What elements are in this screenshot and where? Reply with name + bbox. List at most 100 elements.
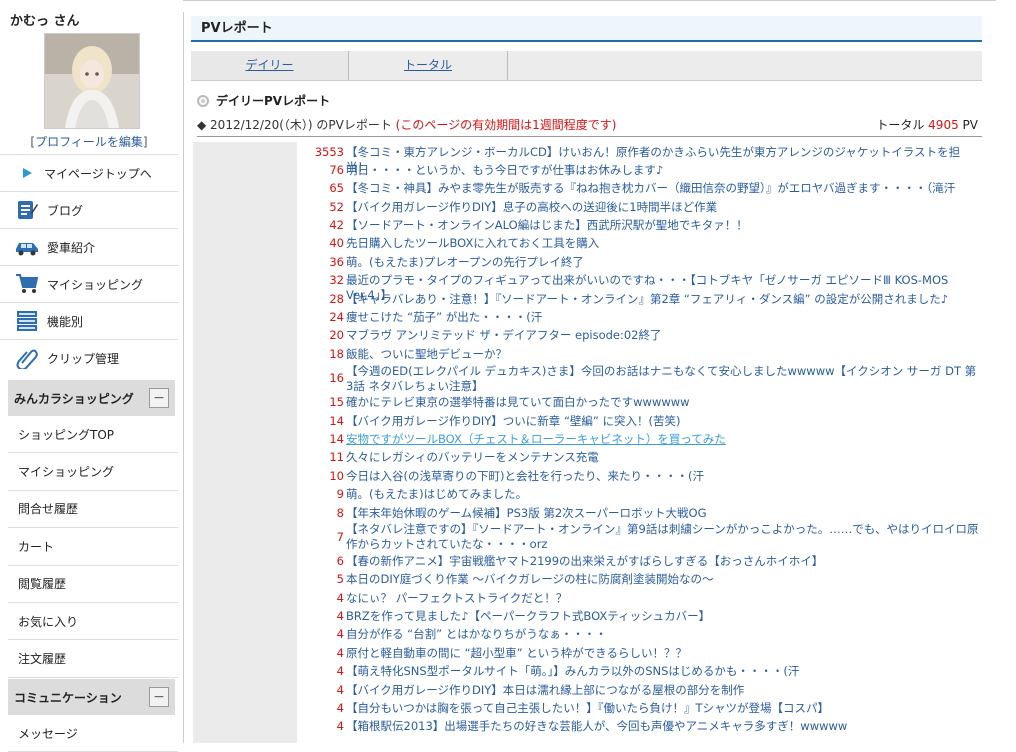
pv-count: 3553 bbox=[314, 144, 344, 159]
pv-count: 16 bbox=[329, 371, 344, 386]
message-link[interactable]: メッセージ bbox=[8, 715, 178, 752]
nav-label: マイショッピング bbox=[47, 277, 144, 292]
nav-label: 愛車紹介 bbox=[47, 240, 96, 255]
blog-entry-link[interactable]: 飯能、ついに聖地デビューか？ bbox=[346, 347, 980, 362]
blog-entry-link[interactable]: 【ソードアート・オンラインALO編はじまた】西武所沢駅が聖地でキタァ！！ bbox=[346, 218, 980, 233]
pv-count: 40 bbox=[329, 236, 344, 251]
bracket-close: ] bbox=[142, 135, 148, 149]
edit-profile: [プロフィールを編集] bbox=[0, 133, 178, 150]
blog-entry-link[interactable]: 明日・・・・というか、もう今日ですが仕事はお休みします♪ bbox=[346, 163, 980, 178]
nav-label: マイページトップへ bbox=[44, 166, 152, 181]
edit-profile-link[interactable]: プロフィールを編集 bbox=[35, 135, 143, 149]
cart-link[interactable]: カート bbox=[8, 528, 178, 566]
favorites-link[interactable]: お気に入り bbox=[8, 603, 178, 641]
tab-daily-link[interactable]: デイリー bbox=[245, 58, 293, 72]
nav-list: マイページトップへ ブログ 愛車紹介 マイショッピング 機能別 クリップ管理 bbox=[0, 154, 178, 376]
list-item: 5 本日のDIY庭づくり作業 ～バイクガレージの柱に防腐剤塗装開始なの～ bbox=[300, 571, 980, 589]
blog-entry-link[interactable]: 【自分もいつかは胸を張って自己主張したい！】『働いたら負け！』Tシャツが登場【コ… bbox=[346, 701, 980, 716]
blog-entry-link[interactable]: 自分が作る “台割” とはかなりちがうなぁ・・・・ bbox=[346, 627, 980, 642]
blog-entry-link[interactable]: 【ネタバレ注意ですの】『ソードアート・オンライン』第9話は刺繍シーンがかっこよか… bbox=[346, 522, 980, 552]
shopping-top-link[interactable]: ショッピングTOP bbox=[8, 416, 178, 454]
nav-label: クリップ管理 bbox=[47, 351, 120, 366]
blog-entry-link[interactable]: 久々にレガシィのバッテリーをメンテナンス充電 bbox=[346, 450, 980, 465]
browse-history-link[interactable]: 閲覧履歴 bbox=[8, 566, 178, 603]
total-pv: トータル 4905 PV bbox=[876, 117, 978, 133]
nav-features[interactable]: 機能別 bbox=[0, 302, 178, 339]
top-border bbox=[183, 0, 996, 1]
list-item: 52 【バイク用ガレージ作りDIY】息子の高校への送迎後に1時間半ほど作業 bbox=[300, 198, 980, 216]
blog-entry-link[interactable]: 萌。(もえたま)プレオープンの先行プレイ終了 bbox=[346, 255, 980, 270]
blog-entry-link[interactable]: 今日は入谷(の浅草寄りの下町)と会社を行ったり、来たり・・・・(汗 bbox=[346, 469, 980, 484]
pv-count: 24 bbox=[329, 310, 344, 325]
pv-count: 42 bbox=[329, 218, 344, 233]
list-item: 3553 【冬コミ・東方アレンジ・ボーカルCD】けいおん！原作者のかきふらい先生が… bbox=[300, 143, 980, 174]
nav-label: 機能別 bbox=[47, 314, 84, 329]
order-history-link[interactable]: 注文履歴 bbox=[8, 640, 178, 678]
tab-bar: デイリー トータル bbox=[191, 51, 982, 81]
my-shopping-link[interactable]: マイショッピング bbox=[8, 453, 178, 491]
list-item: 16 【今週のED(エレクパイル デュカキス)さま】今回のお話はナニもなくて安心し… bbox=[300, 364, 980, 394]
list-item: 4 自分が作る “台割” とはかなりちがうなぁ・・・・ bbox=[300, 626, 980, 644]
blog-entry-link[interactable]: 【バイク用ガレージ作りDIY】ついに新章 “壁編” に突入！(苦笑) bbox=[346, 414, 980, 429]
blog-entry-link[interactable]: 【春の新作アニメ】宇宙戦艦ヤマト2199の出来栄えがすばらしすぎる【おっさんホイ… bbox=[346, 554, 980, 569]
pv-count: 4 bbox=[336, 664, 344, 679]
section-title: みんカラショッピング bbox=[14, 391, 134, 406]
pv-count: 65 bbox=[329, 181, 344, 196]
section-title: コミュニケーション bbox=[14, 690, 122, 705]
pv-count: 10 bbox=[329, 468, 344, 483]
nav-blog[interactable]: ブログ bbox=[0, 191, 178, 228]
list-item: 76 明日・・・・というか、もう今日ですが仕事はお休みします♪ bbox=[300, 161, 980, 179]
nav-mypage-top[interactable]: マイページトップへ bbox=[0, 154, 178, 191]
list-item: 4 【バイク用ガレージ作りDIY】本日は濡れ縁上部につながる屋根の部分を制作 bbox=[300, 681, 980, 699]
collapse-button[interactable]: − bbox=[149, 388, 169, 408]
nav-car[interactable]: 愛車紹介 bbox=[0, 228, 178, 265]
list-item: 11 久々にレガシィのバッテリーをメンテナンス充電 bbox=[300, 449, 980, 467]
blog-entry-link[interactable]: なにぃ？ パーフェクトストライクだと！？ bbox=[346, 591, 980, 606]
avatar[interactable] bbox=[44, 33, 140, 129]
list-item: 6 【春の新作アニメ】宇宙戦艦ヤマト2199の出来栄えがすばらしすぎる【おっさんホ… bbox=[300, 552, 980, 570]
total-unit: PV bbox=[962, 118, 978, 132]
blog-entry-link[interactable]: 【冬コミ・神具】みやま零先生が販売する『ねね抱き枕カバー（織田信奈の野望）』がエ… bbox=[346, 181, 980, 196]
pv-count: 4 bbox=[336, 719, 344, 734]
blog-entry-link[interactable]: マブラヴ アンリミテッド ザ・デイアフター episode:02終了 bbox=[346, 328, 980, 343]
pv-count: 4 bbox=[336, 590, 344, 605]
blog-entry-link[interactable]: 【萌え特化SNS型ポータルサイト「萌。」】みんカラ以外のSNSはじめるかも・・・… bbox=[346, 664, 980, 679]
pv-count: 4 bbox=[336, 701, 344, 716]
blog-entry-link[interactable]: 痩せこけた “茄子” が出た・・・・(汗 bbox=[346, 310, 980, 325]
tab-daily[interactable]: デイリー bbox=[191, 51, 349, 80]
pv-count: 32 bbox=[329, 273, 344, 288]
report-summary: ◆ 2012/12/20(（木）) のPVレポート (このページの有効期間は1週… bbox=[197, 117, 982, 137]
list-item: 4 【自分もいつかは胸を張って自己主張したい！】『働いたら負け！』Tシャツが登場【… bbox=[300, 700, 980, 718]
pv-count: 5 bbox=[336, 572, 344, 587]
pv-count: 52 bbox=[329, 199, 344, 214]
blog-entry-link[interactable]: 先日購入したツールBOXに入れておく工具を購入 bbox=[346, 236, 980, 251]
list-item: 24 痩せこけた “茄子” が出た・・・・(汗 bbox=[300, 309, 980, 327]
blog-entry-link[interactable]: 萌。(もえたま)はじめてみました。 bbox=[346, 487, 980, 502]
blog-icon bbox=[13, 196, 41, 224]
nav-label: ブログ bbox=[47, 203, 84, 218]
collapse-button[interactable]: − bbox=[149, 687, 169, 707]
blog-entry-link[interactable]: 【バイク用ガレージ作りDIY】本日は濡れ縁上部につながる屋根の部分を制作 bbox=[346, 683, 980, 698]
pv-count: 9 bbox=[336, 487, 344, 502]
tab-total-link[interactable]: トータル bbox=[404, 58, 452, 72]
inquiry-history-link[interactable]: 問合せ履歴 bbox=[8, 491, 178, 529]
blog-entry-link[interactable]: 本日のDIY庭づくり作業 ～バイクガレージの柱に防腐剤塗装開始なの～ bbox=[346, 572, 980, 587]
nav-my-shopping[interactable]: マイショッピング bbox=[0, 265, 178, 302]
circle-bullet-icon bbox=[197, 94, 209, 107]
tab-total[interactable]: トータル bbox=[349, 51, 508, 80]
list-item: 14 【バイク用ガレージ作りDIY】ついに新章 “壁編” に突入！(苦笑) bbox=[300, 412, 980, 430]
blog-entry-link[interactable]: 【バイク用ガレージ作りDIY】息子の高校への送迎後に1時間半ほど作業 bbox=[346, 200, 980, 215]
blog-entry-link[interactable]: 【今週のED(エレクパイル デュカキス)さま】今回のお話はナニもなくて安心しまし… bbox=[346, 364, 980, 394]
blog-entry-link[interactable]: 安物ですがツールBOX（チェスト＆ローラーキャビネット）を買ってみた bbox=[346, 432, 980, 447]
blog-entry-link[interactable]: 【箱根駅伝2013】出場選手たちの好きな芸能人が、今回も声優やアニメキャラ多すぎ… bbox=[346, 719, 980, 734]
blog-entry-link[interactable]: 【キャラバレあり・注意！】『ソードアート・オンライン』第2章 “フェアリィ・ダン… bbox=[346, 292, 980, 307]
blog-entry-link[interactable]: BRZを作って見ました♪【ペーパークラフト式BOXティッシュカバー】 bbox=[346, 609, 980, 624]
blog-entry-link[interactable]: 【年末年始休暇のゲーム候補】PS3版 第2次スーパーロボット大戦OG bbox=[346, 506, 980, 521]
blog-entry-link[interactable]: 原付と軽自動車の間に “超小型車” という枠ができるらしい！？？ bbox=[346, 646, 980, 661]
nav-clip[interactable]: クリップ管理 bbox=[0, 339, 178, 376]
list-item: 20 マブラヴ アンリミテッド ザ・デイアフター episode:02終了 bbox=[300, 327, 980, 345]
pv-count: 7 bbox=[336, 529, 344, 544]
pv-count: 36 bbox=[329, 254, 344, 269]
blog-entry-link[interactable]: 確かにテレビ東京の選挙特番は見ていて面白かったですwwwwww bbox=[346, 395, 980, 410]
shopping-list: ショッピングTOP マイショッピング 問合せ履歴 カート 閲覧履歴 お気に入り … bbox=[8, 416, 178, 678]
